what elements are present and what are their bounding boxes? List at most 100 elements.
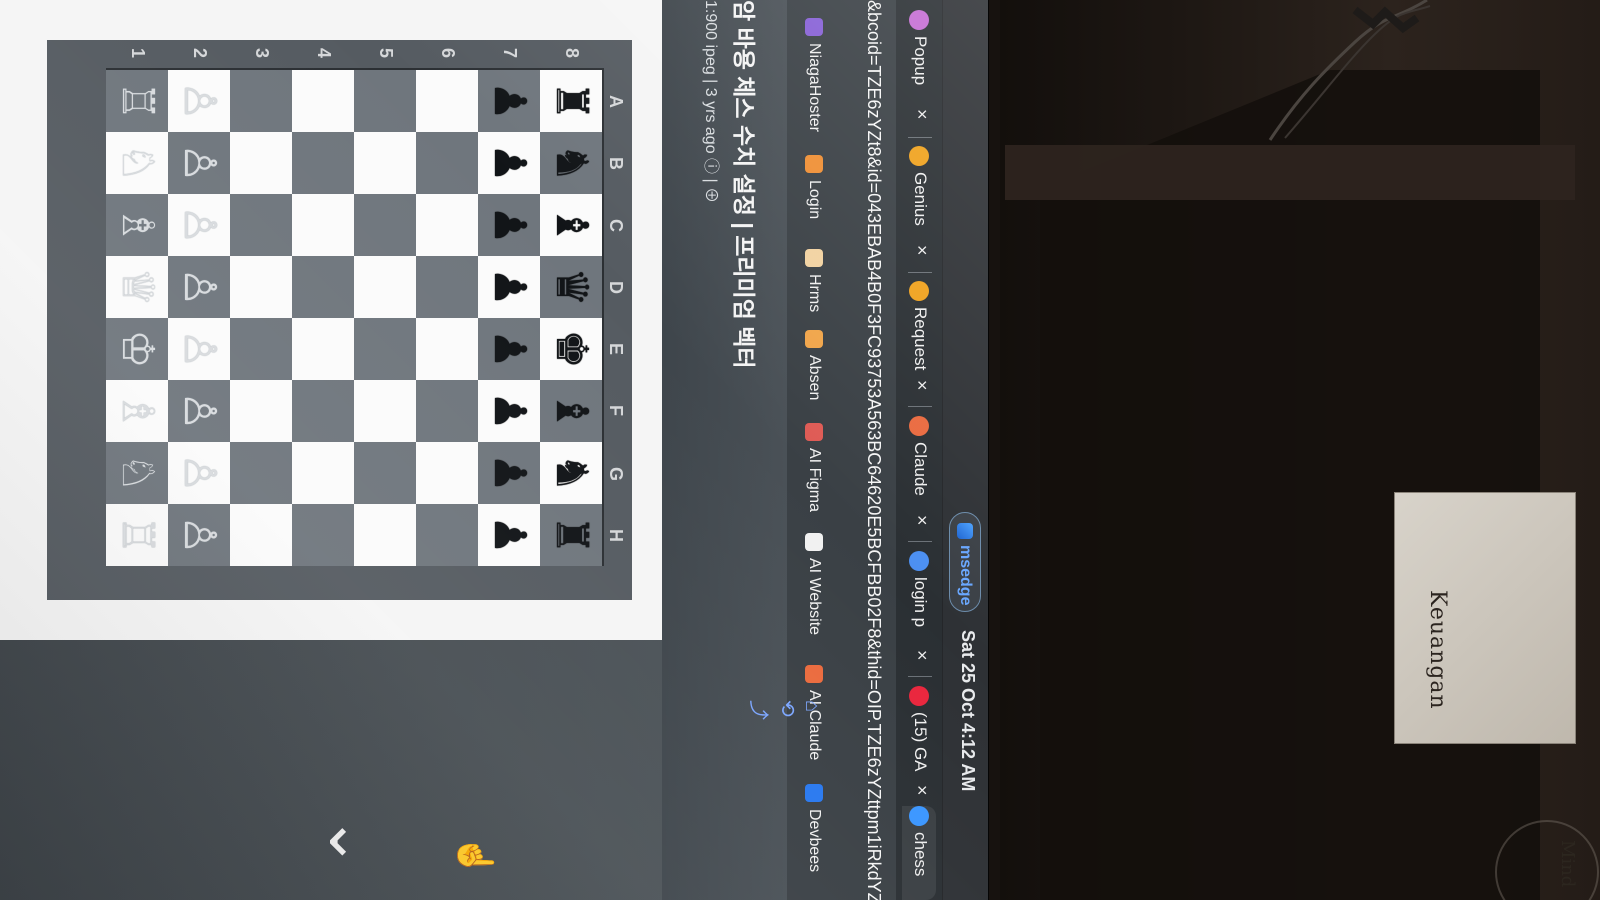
file-label: A <box>606 95 626 108</box>
viewer-rotate-icon[interactable]: ⟲ <box>775 700 800 740</box>
tab-label: Genius <box>911 172 930 226</box>
file-label: F <box>606 405 626 416</box>
file-label: D <box>606 281 626 294</box>
bookmark-ai-website-icon <box>805 533 823 551</box>
paper-curl-text: Mind <box>1557 840 1578 888</box>
chess-square <box>354 194 416 256</box>
monitor-screen: msedge Sat 25 Oct 4:12 AM Popup × Genius <box>0 0 988 900</box>
bookmark-ai-website[interactable]: AI Website <box>805 533 823 635</box>
white-piece-icon: ♘ <box>112 453 163 493</box>
close-icon[interactable]: × <box>911 515 932 526</box>
chess-square <box>416 194 478 256</box>
rank-label: 8 <box>562 48 582 59</box>
bookmark-niagahoster[interactable]: NiagaHoster <box>805 18 823 132</box>
tab-ga[interactable]: (15) GA × <box>902 686 936 804</box>
bookmark-ai-claude-icon <box>805 665 823 683</box>
cable-icon <box>1268 0 1431 141</box>
black-piece-icon: ♝ <box>546 205 597 245</box>
tab-request[interactable]: Request × <box>902 281 936 399</box>
bookmark-ai-figma-icon <box>805 423 823 441</box>
viewer-controls: ⌂ ⟲ ⤴ <box>747 700 823 740</box>
white-piece-icon: ♙ <box>174 143 225 183</box>
chess-square <box>416 70 478 132</box>
file-label: C <box>606 219 626 232</box>
chess-square <box>416 380 478 442</box>
tab-claude[interactable]: Claude × <box>902 416 936 534</box>
close-icon[interactable]: × <box>911 785 932 796</box>
white-piece-icon: ♙ <box>174 205 225 245</box>
chessboard: ♜ ♞ ♝ ♛ ♚ ♝ ♞ ♜ ♟ ♟ ♟ ♟ ♟ ♟ ♟ ♟ ♙ ♙ ♙ ♙ ♙ ♙ ♙ ♙ ♖ ♘ ♗ ♕ ♔ ♗ ♘ ♖ A B C D E F G H… <box>106 48 626 566</box>
black-piece-icon: ♟ <box>484 391 535 431</box>
chess-square <box>230 256 292 318</box>
image-canvas: ♜ ♞ ♝ ♛ ♚ ♝ ♞ ♜ ♟ ♟ ♟ ♟ ♟ ♟ ♟ ♟ ♙ ♙ ♙ ♙ ♙ ♙ ♙ ♙ ♖ ♘ ♗ ♕ ♔ ♗ ♘ ♖ A B C D E F G H… <box>0 0 662 640</box>
chess-square <box>416 132 478 194</box>
bookmark-label: Devbees <box>806 809 823 873</box>
page-title: 암 바용 체스 수치 설정 | 프리미엄 벡터 <box>731 0 757 369</box>
bookmark-devbees[interactable]: Devbees <box>805 784 823 872</box>
white-piece-icon: ♙ <box>174 81 225 121</box>
chess-square <box>354 256 416 318</box>
chess-square <box>292 504 354 566</box>
viewer-home-icon[interactable]: ⌂ <box>800 700 823 740</box>
bookmark-absen-icon <box>805 330 823 348</box>
chess-square <box>292 318 354 380</box>
tab-label: login p <box>911 577 930 628</box>
chess-square <box>230 380 292 442</box>
tab-popup-icon <box>909 10 929 30</box>
white-piece-icon: ♘ <box>112 143 163 183</box>
white-piece-icon: ♖ <box>112 515 163 555</box>
close-icon[interactable]: × <box>911 109 932 120</box>
tab-divider <box>908 676 932 677</box>
rank-label: 5 <box>376 48 396 59</box>
active-app-pill[interactable]: msedge <box>949 512 981 612</box>
chess-square <box>230 318 292 380</box>
tab-divider <box>908 272 932 273</box>
black-piece-icon: ♟ <box>484 143 535 183</box>
bookmark-niagahoster-icon <box>805 18 823 36</box>
black-piece-icon: ♜ <box>546 81 597 121</box>
tab-login[interactable]: login p × <box>902 551 936 669</box>
photo-scene: Keuangan Mind msedge Sat 25 Oct 4:12 AM … <box>0 0 1600 900</box>
hand-pointer-icon: ☝ <box>456 835 494 878</box>
file-label: E <box>606 343 626 356</box>
content-panel: ♜ ♞ ♝ ♛ ♚ ♝ ♞ ♜ ♟ ♟ ♟ ♟ ♟ ♟ ♟ ♟ ♙ ♙ ♙ ♙ ♙ ♙ ♙ ♙ ♖ ♘ ♗ ♕ ♔ ♗ ♘ ♖ A B C D E F G H… <box>0 0 662 900</box>
chess-square <box>292 442 354 504</box>
viewer-share-icon[interactable]: ⤴ <box>746 700 775 740</box>
tab-chess[interactable]: chess <box>902 806 936 900</box>
chevron-down-icon[interactable]: ⌄ <box>314 815 389 869</box>
page-meta: 1:900 ipeg | 3 yrs ago ⓘ | ⊕ <box>702 0 719 204</box>
tab-popup[interactable]: Popup × <box>902 10 936 128</box>
active-app-name: msedge <box>957 545 974 606</box>
chess-square <box>230 132 292 194</box>
white-piece-icon: ♗ <box>112 391 163 431</box>
bookmark-ai-figma[interactable]: AI Figma <box>805 423 823 512</box>
tab-label: Claude <box>911 442 930 496</box>
chess-square <box>354 318 416 380</box>
white-piece-icon: ♔ <box>112 329 163 369</box>
chess-square <box>230 70 292 132</box>
tab-request-icon <box>909 281 929 301</box>
url-text[interactable]: &bcoid=TZE6zYZt8&id=043EBAB4B0F3FC93753A… <box>863 0 884 900</box>
close-icon[interactable]: × <box>911 245 932 256</box>
chess-square <box>292 70 354 132</box>
bookmark-hrms[interactable]: Hrms <box>805 249 823 312</box>
bookmark-login[interactable]: Login <box>805 155 823 219</box>
black-piece-icon: ♜ <box>546 515 597 555</box>
close-icon[interactable]: × <box>911 380 932 391</box>
black-piece-icon: ♚ <box>546 329 597 369</box>
bookmark-label: Login <box>806 180 823 220</box>
bookmark-label: Absen <box>806 355 823 401</box>
bookmark-absen[interactable]: Absen <box>805 330 823 400</box>
rank-label: 1 <box>128 48 148 59</box>
white-piece-icon: ♙ <box>174 391 225 431</box>
tab-divider <box>908 137 932 138</box>
black-piece-icon: ♟ <box>484 453 535 493</box>
file-label: B <box>606 157 626 170</box>
tab-genius[interactable]: Genius × <box>902 146 936 264</box>
tab-divider <box>908 541 932 542</box>
close-icon[interactable]: × <box>911 650 932 661</box>
image-page-header: 암 바용 체스 수치 설정 | 프리미엄 벡터 1:900 ipeg | 3 y… <box>662 0 787 900</box>
chess-square <box>230 442 292 504</box>
black-piece-icon: ♟ <box>484 515 535 555</box>
address-bar[interactable]: &bcoid=TZE6zYZt8&id=043EBAB4B0F3FC93753A… <box>848 0 896 900</box>
